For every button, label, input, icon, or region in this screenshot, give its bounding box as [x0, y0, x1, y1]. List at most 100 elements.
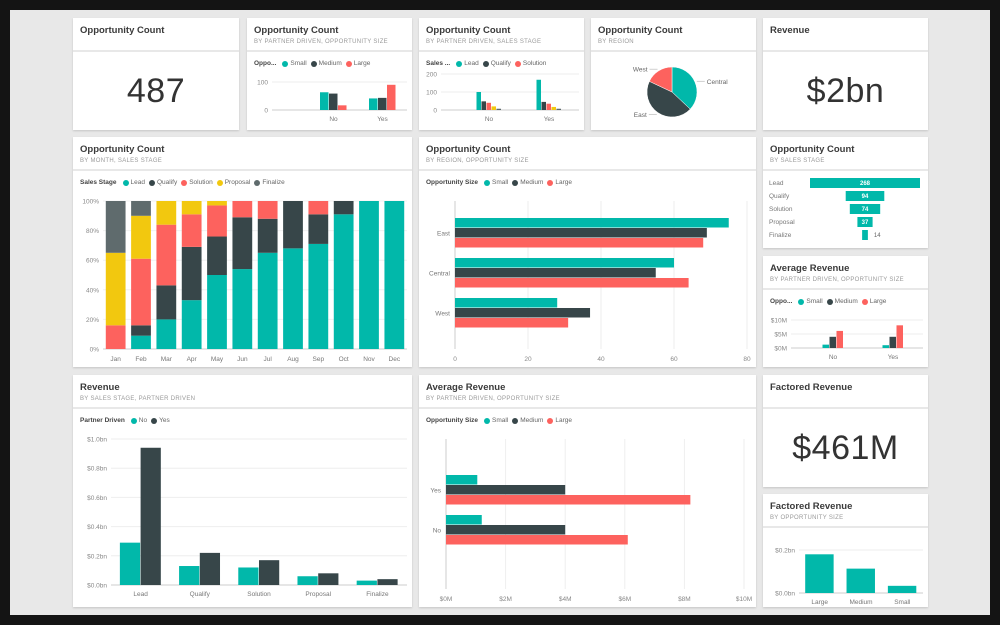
tile-header: Opportunity Count BY SALES STAGE	[763, 137, 928, 171]
x-tick-label: No	[329, 116, 338, 123]
funnel-stage-label: Proposal	[769, 219, 795, 226]
bar-feb-solution	[131, 258, 151, 326]
x-tick-label: $8M	[678, 596, 691, 603]
tile-subtitle: BY PARTNER DRIVEN, OPPORTUNITY SIZE	[770, 277, 904, 283]
bar-yes-lead	[536, 79, 541, 110]
y-tick-label: $0.8bn	[87, 466, 107, 473]
x-tick-label: Proposal	[305, 591, 331, 598]
x-tick-label: No	[829, 354, 838, 361]
bar-oct-lead	[333, 214, 354, 349]
y-tick-label: $5M	[774, 332, 787, 339]
bar-aug-qualify	[283, 201, 303, 249]
bar-yes-qualify	[541, 101, 546, 110]
tile-header: Factored Revenue	[763, 375, 928, 409]
x-tick-label: 20	[524, 356, 532, 363]
y-tick-label: 0%	[90, 347, 100, 354]
bar-small	[887, 585, 917, 593]
pie-label: East	[634, 112, 647, 119]
bar-jul-qualify	[257, 218, 278, 253]
tile-average-revenue-large[interactable]: Average Revenue BY PARTNER DRIVEN, OPPOR…	[419, 375, 756, 607]
tile-body: Central East West	[591, 52, 756, 130]
tile-opportunity-month-stage[interactable]: Opportunity Count BY MONTH, SALES STAGE …	[73, 137, 412, 367]
tile-opportunity-partner-stage[interactable]: Opportunity Count BY PARTNER DRIVEN, SAL…	[419, 18, 584, 130]
bar-lead-yes	[140, 447, 161, 585]
chart-opp-region-size: 0 20 40 60 80 East Central West	[429, 201, 751, 363]
tile-title: Opportunity Count	[598, 25, 683, 36]
tile-body: $0.0bn $0.2bn Large Medium Small	[763, 528, 928, 607]
bar-aug-lead	[283, 248, 303, 349]
pie-label: West	[633, 67, 648, 74]
y-tick-label: 200	[426, 72, 437, 79]
tile-title: Opportunity Count	[80, 25, 165, 36]
tile-subtitle: BY OPPORTUNITY SIZE	[770, 515, 844, 521]
bar-jun-qualify	[232, 217, 253, 270]
chart-avg-rev-large: $0M $2M $4M $6M $8M $10M Yes No	[430, 439, 752, 603]
tile-header: Opportunity Count BY REGION	[591, 18, 756, 52]
bar-yes-large	[387, 84, 396, 110]
tile-factored-revenue-size[interactable]: Factored Revenue BY OPPORTUNITY SIZE $0.…	[763, 494, 928, 607]
bar-qualify-yes	[199, 552, 221, 585]
y-tick-label: 80%	[86, 228, 99, 235]
x-tick-label: Small	[894, 599, 911, 606]
x-tick-label: Nov	[363, 356, 375, 363]
tile-factored-revenue-kpi[interactable]: Factored Revenue $461M	[763, 375, 928, 487]
tile-title: Revenue	[770, 25, 810, 36]
tile-title: Opportunity Count	[426, 144, 511, 155]
tile-title: Opportunity Count	[254, 25, 339, 36]
y-tick-label: 40%	[86, 287, 99, 294]
bar-yes-large	[896, 325, 903, 348]
tile-opportunity-stage-funnel[interactable]: Opportunity Count BY SALES STAGE Lead 268…	[763, 137, 928, 248]
tile-header: Revenue	[763, 18, 928, 52]
bar-sep-lead	[308, 243, 329, 349]
y-tick-label: 100%	[82, 199, 99, 206]
y-tick-label: $10M	[771, 318, 787, 325]
x-tick-label: Lead	[133, 591, 148, 598]
tile-average-revenue-small[interactable]: Average Revenue BY PARTNER DRIVEN, OPPOR…	[763, 256, 928, 367]
chart-avg-rev-small: $0M $5M $10M No Yes	[771, 318, 923, 361]
bar-apr-proposal	[181, 201, 202, 215]
bar-feb-lead	[131, 335, 151, 349]
bar-yes-finalize	[556, 108, 561, 110]
y-tick-label: West	[435, 311, 450, 318]
tile-revenue-stage-partner[interactable]: Revenue BY SALES STAGE, PARTNER DRIVEN P…	[73, 375, 412, 607]
tile-title: Revenue	[80, 382, 120, 393]
tile-header: Opportunity Count	[73, 18, 239, 52]
tile-title: Average Revenue	[426, 382, 506, 393]
bar-east-small	[455, 218, 729, 228]
bar-proposal-yes	[318, 573, 339, 585]
x-tick-label: May	[211, 356, 224, 363]
tile-opportunity-region[interactable]: Opportunity Count BY REGION Central East W…	[591, 18, 756, 130]
tile-opportunity-count-kpi[interactable]: Opportunity Count 487	[73, 18, 239, 130]
bar-no-lead	[476, 92, 481, 110]
tile-body: Opportunity Size Small Medium Large 0 20 40 60…	[419, 171, 756, 367]
x-tick-label: Yes	[888, 354, 899, 361]
tile-revenue-kpi[interactable]: Revenue $2bn	[763, 18, 928, 130]
chart-factored-size: $0.0bn $0.2bn Large Medium Small	[775, 548, 923, 606]
bar-finalize-yes	[377, 579, 398, 585]
kpi-value: $2bn	[806, 71, 885, 110]
y-tick-label: 20%	[86, 317, 99, 324]
funnel-stage-label: Lead	[769, 180, 784, 187]
bar-medium	[846, 568, 875, 593]
tile-body: Sales Stage Lead Qualify Solution Proposal Fi…	[73, 171, 412, 367]
x-tick-label: Yes	[544, 116, 555, 123]
funnel-stage-label: Finalize	[769, 232, 792, 239]
bar-sep-solution	[308, 201, 329, 215]
y-tick-label: $0M	[774, 346, 787, 353]
y-tick-label: $0.2bn	[775, 548, 795, 555]
bar-east-large	[455, 238, 704, 248]
bar-central-medium	[455, 268, 656, 278]
bar-solution-no	[238, 567, 259, 585]
bar-no-medium	[446, 525, 566, 535]
tile-opportunity-partner-size[interactable]: Opportunity Count BY PARTNER DRIVEN, OPP…	[247, 18, 412, 130]
tile-title: Opportunity Count	[770, 144, 855, 155]
kpi-value: 487	[126, 71, 186, 110]
y-tick-label: $0.4bn	[87, 524, 107, 531]
bar-west-medium	[455, 308, 591, 318]
tile-title: Factored Revenue	[770, 382, 853, 393]
bar-feb-proposal	[131, 215, 151, 259]
x-tick-label: 0	[453, 356, 457, 363]
y-tick-label: 0	[264, 108, 268, 115]
x-tick-label: $4M	[559, 596, 572, 603]
tile-opportunity-region-size[interactable]: Opportunity Count BY REGION, OPPORTUNITY…	[419, 137, 756, 367]
